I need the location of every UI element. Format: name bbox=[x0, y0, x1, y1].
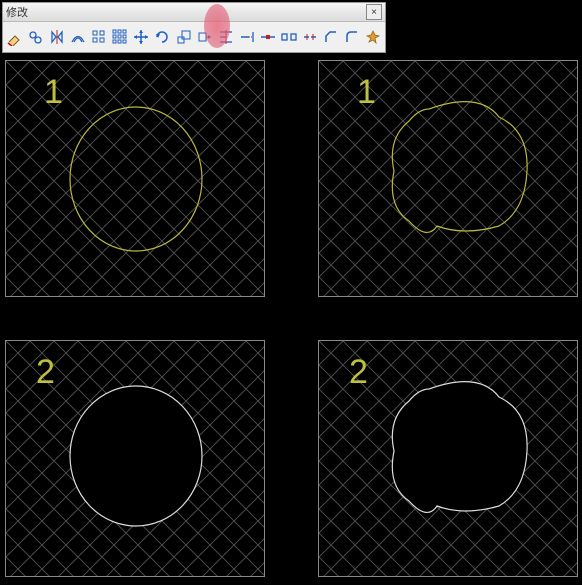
panel-label: 2 bbox=[349, 353, 368, 391]
fillet-tool-icon[interactable] bbox=[342, 25, 362, 49]
stretch-tool-icon[interactable] bbox=[195, 25, 215, 49]
break-tool-icon[interactable] bbox=[279, 25, 299, 49]
close-button[interactable]: × bbox=[366, 4, 382, 20]
copy-tool-icon[interactable] bbox=[26, 25, 46, 49]
break-point-tool-icon[interactable] bbox=[258, 25, 278, 49]
rotate-tool-icon[interactable] bbox=[152, 25, 172, 49]
explode-tool-icon[interactable] bbox=[363, 25, 383, 49]
panel-label: 2 bbox=[36, 353, 55, 391]
toolbar-header[interactable]: 修改 × bbox=[3, 3, 385, 22]
extend-tool-icon[interactable] bbox=[237, 25, 257, 49]
offset-tool-icon[interactable] bbox=[68, 25, 88, 49]
join-tool-icon[interactable] bbox=[300, 25, 320, 49]
panel-label: 1 bbox=[357, 73, 376, 111]
trim-tool-icon[interactable] bbox=[216, 25, 236, 49]
viewport-4[interactable]: 2 bbox=[318, 340, 578, 577]
viewport-3[interactable]: 2 bbox=[5, 340, 265, 577]
chamfer-tool-icon[interactable] bbox=[321, 25, 341, 49]
toolbar-body bbox=[3, 22, 385, 52]
panel-label: 1 bbox=[44, 73, 63, 111]
scale-tool-icon[interactable] bbox=[174, 25, 194, 49]
erase-tool-icon[interactable] bbox=[5, 25, 25, 49]
array2-tool-icon[interactable] bbox=[110, 25, 130, 49]
array-tool-icon[interactable] bbox=[89, 25, 109, 49]
mirror-tool-icon[interactable] bbox=[47, 25, 67, 49]
toolbar-title: 修改 bbox=[6, 4, 28, 20]
viewport-2[interactable]: 1 bbox=[318, 60, 578, 297]
move-tool-icon[interactable] bbox=[131, 25, 151, 49]
viewport-1[interactable]: 1 bbox=[5, 60, 265, 297]
modify-toolbar: 修改 × bbox=[2, 2, 386, 53]
